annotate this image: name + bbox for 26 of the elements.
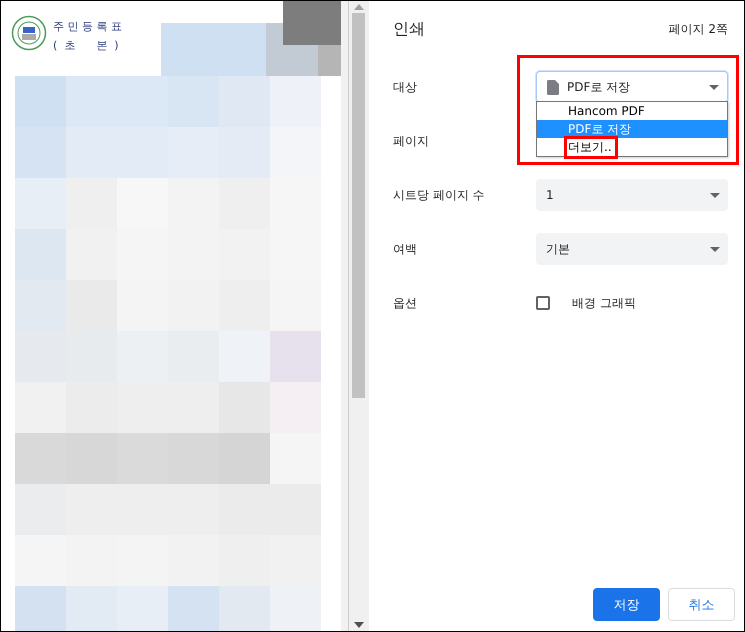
page-overlay-block [283,1,341,45]
document-title: 주 민 등 록 표 [53,19,122,34]
setting-label: 대상 [393,78,418,96]
dropdown-caret-icon [709,84,719,90]
page-count: 페이지 2쪽 [668,20,728,38]
checkbox[interactable] [536,296,550,310]
menu-option[interactable]: Hancom PDF [537,102,727,120]
setting-dropdown[interactable]: 기본 [536,233,728,265]
checkbox-label: 배경 그래픽 [572,294,636,312]
dropdown-caret-icon [710,192,720,198]
setting-label: 페이지 [393,132,430,150]
dialog-title: 인쇄 [393,18,425,40]
cancel-button[interactable]: 취소 [668,588,735,621]
setting-label: 시트당 페이지 수 [393,186,486,204]
document-icon [547,80,559,94]
setting-label: 옵션 [393,294,418,312]
scrollbar[interactable] [348,1,369,631]
save-button[interactable]: 저장 [593,588,660,621]
setting-label: 여백 [393,240,418,258]
document-subtitle: ( 초 본 ) [53,38,120,53]
seal-stamp-icon [11,15,47,51]
dropdown-caret-icon [710,246,720,252]
scroll-down-arrow-icon[interactable] [354,622,364,628]
setting-dropdown[interactable]: 1 [536,179,728,211]
destination-dropdown[interactable]: PDF로 저장 [536,71,728,103]
menu-option[interactable]: 더보기.. [537,138,727,156]
